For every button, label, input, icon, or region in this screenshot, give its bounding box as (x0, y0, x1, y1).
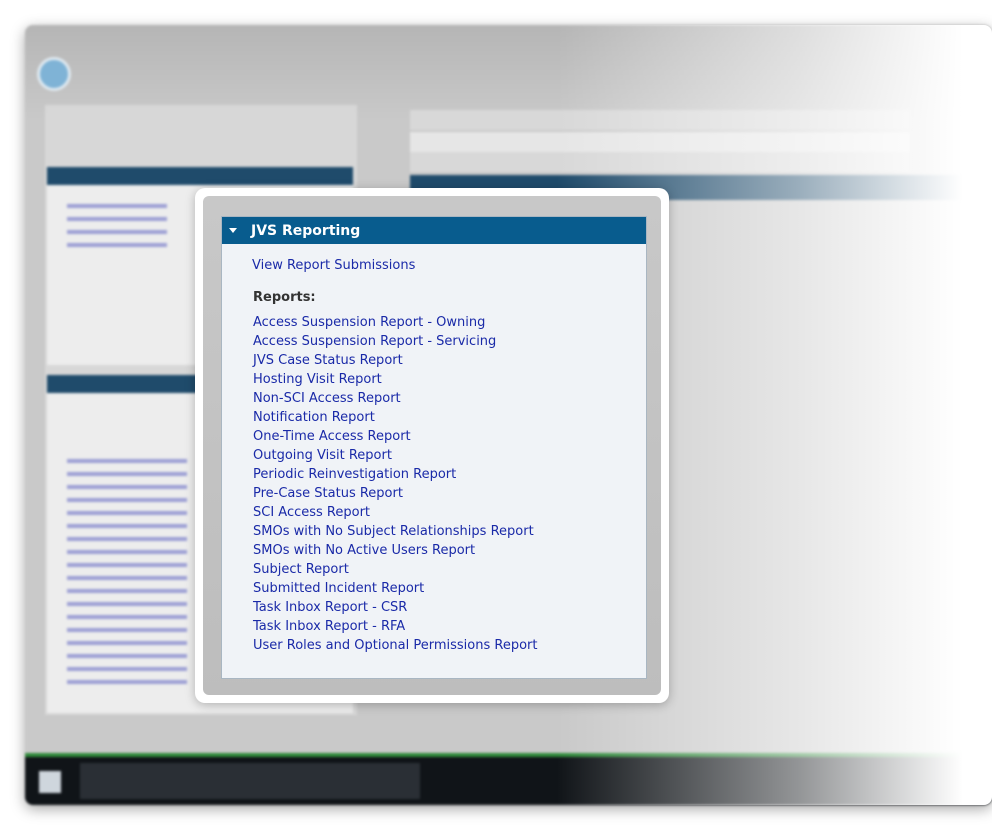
panel-content: View Report Submissions Reports: Access … (222, 244, 646, 655)
report-link[interactable]: Task Inbox Report - CSR (253, 598, 646, 617)
report-link[interactable]: Notification Report (253, 408, 646, 427)
report-link[interactable]: SMOs with No Active Users Report (253, 541, 646, 560)
report-link[interactable]: Access Suspension Report - Owning (253, 313, 646, 332)
jvs-reporting-panel: JVS Reporting View Report Submissions Re… (221, 216, 647, 679)
report-link[interactable]: Hosting Visit Report (253, 370, 646, 389)
caret-down-icon (229, 228, 237, 233)
report-link[interactable]: User Roles and Optional Permissions Repo… (253, 636, 646, 655)
report-link[interactable]: Submitted Incident Report (253, 579, 646, 598)
view-report-submissions-link[interactable]: View Report Submissions (252, 258, 646, 273)
report-link[interactable]: Access Suspension Report - Servicing (253, 332, 646, 351)
report-link[interactable]: Subject Report (253, 560, 646, 579)
report-link[interactable]: Pre-Case Status Report (253, 484, 646, 503)
report-link[interactable]: One-Time Access Report (253, 427, 646, 446)
report-list: Access Suspension Report - Owning Access… (252, 313, 646, 655)
jvs-reporting-header[interactable]: JVS Reporting (222, 217, 646, 244)
focus-inner: JVS Reporting View Report Submissions Re… (203, 196, 661, 695)
report-link[interactable]: Outgoing Visit Report (253, 446, 646, 465)
report-link[interactable]: JVS Case Status Report (253, 351, 646, 370)
report-link[interactable]: Periodic Reinvestigation Report (253, 465, 646, 484)
report-link[interactable]: Task Inbox Report - RFA (253, 617, 646, 636)
report-link[interactable]: Non-SCI Access Report (253, 389, 646, 408)
reports-label: Reports: (253, 290, 316, 305)
focus-frame: JVS Reporting View Report Submissions Re… (195, 188, 669, 703)
panel-title: JVS Reporting (251, 222, 361, 239)
report-link[interactable]: SMOs with No Subject Relationships Repor… (253, 522, 646, 541)
report-link[interactable]: SCI Access Report (253, 503, 646, 522)
